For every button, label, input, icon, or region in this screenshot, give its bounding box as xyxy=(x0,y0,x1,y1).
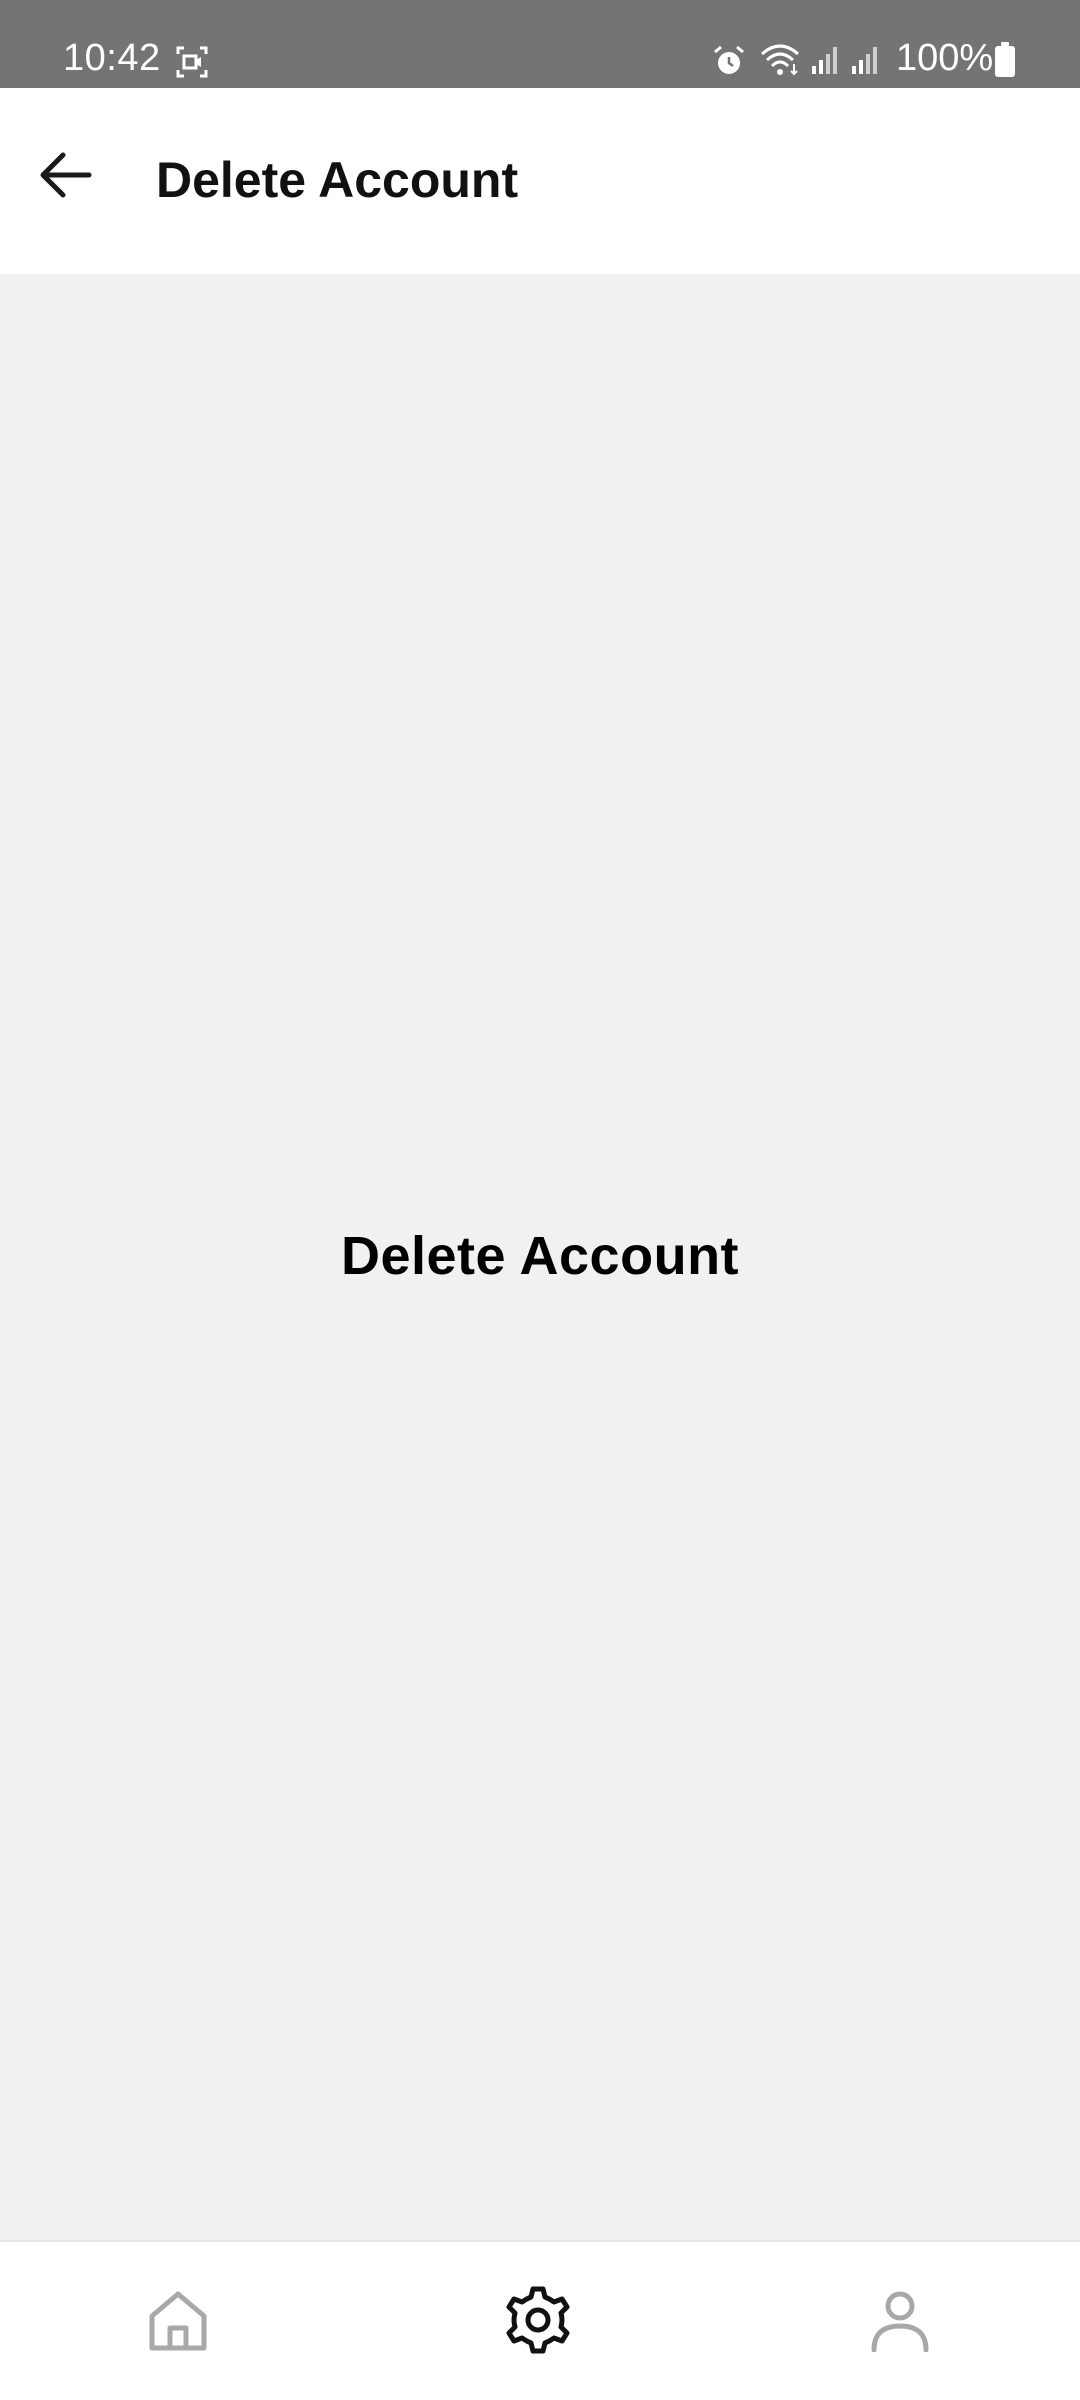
status-bar: 10:42 100% xyxy=(0,0,1080,88)
nav-settings-button[interactable] xyxy=(498,2280,578,2360)
app-bar: Delete Account xyxy=(0,88,1080,274)
alarm-icon xyxy=(714,45,744,74)
nav-profile-button[interactable] xyxy=(860,2280,940,2360)
signal-icon xyxy=(852,47,877,74)
page-title: Delete Account xyxy=(156,152,519,208)
nav-home-button[interactable] xyxy=(138,2280,218,2360)
bottom-navigation xyxy=(0,2240,1080,2400)
signal-icon xyxy=(812,47,837,74)
back-button[interactable] xyxy=(20,130,110,220)
battery-percentage: 100% xyxy=(896,37,994,79)
content-heading: Delete Account xyxy=(340,1226,740,1286)
gear-icon xyxy=(506,2286,570,2354)
battery-icon xyxy=(995,42,1015,77)
main-content: Delete Account xyxy=(0,274,1080,2240)
arrow-left-icon xyxy=(40,152,92,198)
user-icon xyxy=(871,2291,929,2352)
wifi-icon xyxy=(761,44,799,76)
screen-record-icon xyxy=(176,46,208,78)
status-time: 10:42 xyxy=(63,37,161,79)
home-icon xyxy=(149,2291,207,2351)
